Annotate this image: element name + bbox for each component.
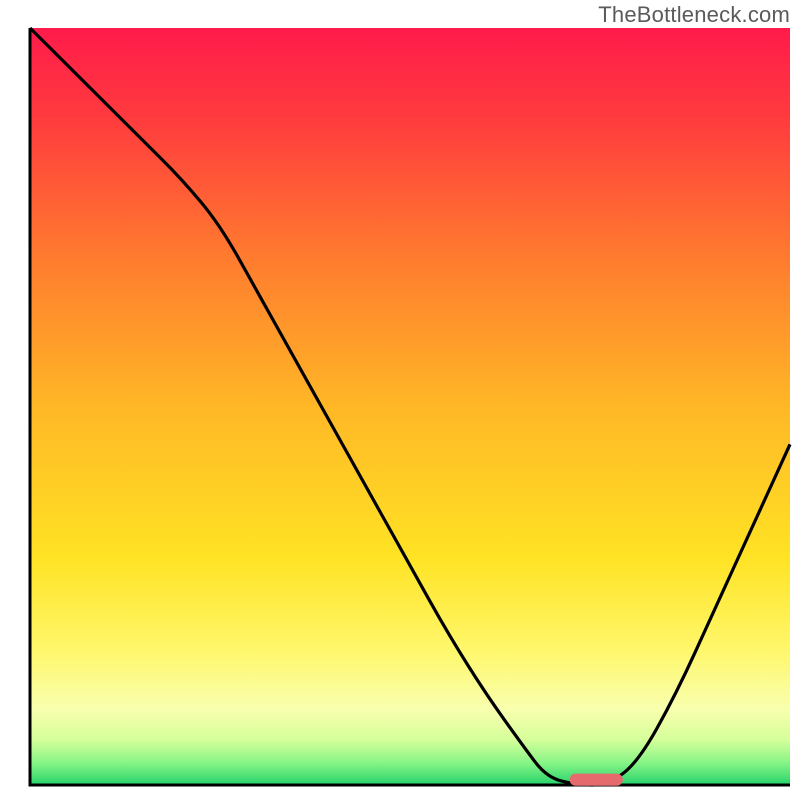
watermark-text: TheBottleneck.com <box>598 2 790 28</box>
optimal-range-marker <box>570 774 623 786</box>
bottleneck-chart <box>0 0 800 800</box>
chart-container: { "watermark": "TheBottleneck.com", "cha… <box>0 0 800 800</box>
